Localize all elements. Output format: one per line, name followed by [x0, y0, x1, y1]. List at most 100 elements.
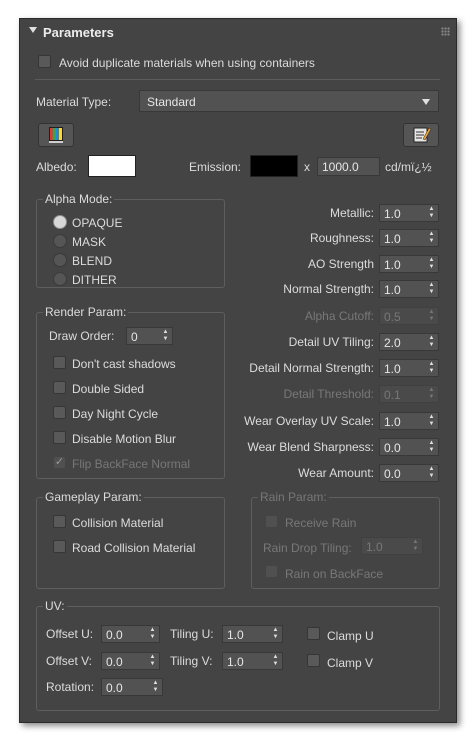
- avoid-duplicates-checkbox[interactable]: [38, 55, 51, 68]
- spinner-arrows-icon[interactable]: ▲ ▼: [412, 539, 419, 553]
- spinner-arrows-icon[interactable]: ▲ ▼: [428, 387, 435, 401]
- double-sided-checkbox[interactable]: [53, 381, 66, 394]
- emission-x-label: x: [304, 160, 310, 174]
- rain-param-title: Rain Param:: [258, 490, 329, 504]
- spinner-arrows-icon[interactable]: ▲ ▼: [428, 335, 435, 349]
- detail-threshold-spinner[interactable]: 0.1 ▲ ▼: [379, 385, 439, 403]
- tiling-v-label: Tiling V:: [170, 654, 213, 668]
- double-sided-label: Double Sided: [72, 382, 145, 396]
- collision-material-checkbox[interactable]: [53, 515, 66, 528]
- wear-amount-spinner[interactable]: 0.0 ▲ ▼: [379, 464, 439, 482]
- alpha-mode-radio-dither[interactable]: [53, 272, 67, 286]
- detail-normal-strength-label: Detail Normal Strength:: [249, 361, 374, 375]
- triangle-down-icon[interactable]: [29, 27, 37, 33]
- tiling-u-label: Tiling U:: [170, 627, 214, 641]
- offset-u-spinner[interactable]: 0.0 ▲ ▼: [101, 625, 160, 643]
- normal-strength-value: 1.0: [384, 283, 401, 297]
- day-night-cycle-checkbox[interactable]: [53, 406, 66, 419]
- wear-amount-label: Wear Amount:: [298, 466, 374, 480]
- spinner-arrows-icon[interactable]: ▲ ▼: [428, 440, 435, 454]
- material-type-dropdown[interactable]: Standard: [139, 90, 439, 112]
- spinner-arrows-icon[interactable]: ▲ ▼: [272, 654, 279, 668]
- albedo-label: Albedo:: [36, 160, 77, 174]
- wear-amount-value: 0.0: [384, 467, 401, 481]
- collision-material-label: Collision Material: [72, 516, 164, 530]
- spinner-arrows-icon[interactable]: ▲ ▼: [428, 309, 435, 323]
- spinner-arrows-icon[interactable]: ▲ ▼: [272, 627, 279, 641]
- chevron-down-icon: [422, 99, 430, 105]
- rotation-label: Rotation:: [46, 680, 95, 694]
- rotation-spinner[interactable]: 0.0 ▲ ▼: [101, 678, 163, 696]
- metallic-value: 1.0: [384, 207, 401, 221]
- clamp-v-checkbox[interactable]: [307, 654, 320, 667]
- normal-strength-label: Normal Strength:: [283, 282, 374, 296]
- render-param-title: Render Param:: [43, 305, 129, 319]
- spinner-arrows-icon[interactable]: ▲ ▼: [428, 414, 435, 428]
- spinner-arrows-icon[interactable]: ▲ ▼: [152, 680, 159, 694]
- edit-sheet-icon: [413, 127, 432, 143]
- alpha-mode-radio-mask[interactable]: [53, 234, 67, 248]
- ao-strength-spinner[interactable]: 1.0 ▲ ▼: [379, 255, 439, 273]
- disable-motion-blur-checkbox[interactable]: [53, 431, 66, 444]
- detail-normal-strength-value: 1.0: [384, 362, 401, 376]
- metallic-spinner[interactable]: 1.0 ▲ ▼: [379, 204, 439, 222]
- wear-blend-sharpness-spinner[interactable]: 0.0 ▲ ▼: [379, 438, 439, 456]
- spinner-arrows-icon[interactable]: ▲ ▼: [162, 329, 169, 343]
- rollout-header[interactable]: Parameters: [20, 19, 456, 45]
- receive-rain-checkbox[interactable]: [265, 515, 278, 528]
- alpha-mode-title: Alpha Mode:: [43, 192, 115, 206]
- grip-dots-icon[interactable]: [441, 27, 450, 36]
- clamp-u-checkbox[interactable]: [307, 627, 320, 640]
- road-collision-material-checkbox[interactable]: [53, 540, 66, 553]
- emission-label: Emission:: [189, 160, 242, 174]
- palette-button[interactable]: [38, 123, 74, 147]
- don-t-cast-shadows-checkbox[interactable]: [53, 356, 66, 369]
- ao-strength-label: AO Strength: [307, 257, 374, 271]
- offset-v-spinner[interactable]: 0.0 ▲ ▼: [101, 652, 160, 670]
- tiling-u-spinner[interactable]: 1.0 ▲ ▼: [222, 625, 283, 643]
- wear-overlay-uv-scale-label: Wear Overlay UV Scale:: [244, 414, 374, 428]
- alpha-mode-radio-blend[interactable]: [53, 253, 67, 267]
- disable-motion-blur-label: Disable Motion Blur: [72, 432, 177, 446]
- road-collision-material-label: Road Collision Material: [72, 541, 196, 555]
- wear-overlay-uv-scale-spinner[interactable]: 1.0 ▲ ▼: [379, 412, 439, 430]
- tiling-u-value: 1.0: [227, 628, 244, 642]
- spinner-arrows-icon[interactable]: ▲ ▼: [428, 257, 435, 271]
- spinner-arrows-icon[interactable]: ▲ ▼: [149, 654, 156, 668]
- detail-normal-strength-spinner[interactable]: 1.0 ▲ ▼: [379, 359, 439, 377]
- flip-backface-normal-label: Flip BackFace Normal: [72, 457, 191, 471]
- material-type-value: Standard: [147, 95, 196, 109]
- wear-blend-sharpness-label: Wear Blend Sharpness:: [247, 440, 374, 454]
- spinner-arrows-icon[interactable]: ▲ ▼: [149, 627, 156, 641]
- rain-on-backface-checkbox[interactable]: [265, 565, 278, 578]
- spinner-arrows-icon[interactable]: ▲ ▼: [428, 231, 435, 245]
- draw-order-label: Draw Order:: [49, 329, 115, 343]
- wear-blend-sharpness-value: 0.0: [384, 441, 401, 455]
- flip-backface-normal-checkbox[interactable]: ✓: [53, 456, 66, 469]
- spinner-arrows-icon[interactable]: ▲ ▼: [428, 466, 435, 480]
- detail-threshold-label: Detail Threshold:: [283, 387, 375, 401]
- spinner-arrows-icon[interactable]: ▲ ▼: [428, 361, 435, 375]
- spinner-arrows-icon[interactable]: ▲ ▼: [428, 206, 435, 220]
- detail-uv-tiling-spinner[interactable]: 2.0 ▲ ▼: [379, 333, 439, 351]
- albedo-color-swatch[interactable]: [88, 155, 136, 177]
- roughness-value: 1.0: [384, 232, 401, 246]
- emission-multiplier-field[interactable]: 1000.0: [317, 157, 380, 176]
- alpha-mode-option-label: MASK: [72, 235, 107, 249]
- emission-color-swatch[interactable]: [250, 155, 298, 177]
- offset-v-value: 0.0: [106, 655, 123, 669]
- spinner-arrows-icon[interactable]: ▲ ▼: [428, 282, 435, 296]
- color-palette-icon: [49, 127, 63, 143]
- metallic-label: Metallic:: [329, 206, 374, 220]
- normal-strength-spinner[interactable]: 1.0 ▲ ▼: [379, 280, 439, 298]
- alpha-mode-option-label: BLEND: [72, 254, 113, 268]
- tiling-v-spinner[interactable]: 1.0 ▲ ▼: [222, 652, 283, 670]
- draw-order-spinner[interactable]: 0 ▲ ▼: [126, 327, 173, 345]
- alpha-cutoff-spinner[interactable]: 0.5 ▲ ▼: [379, 307, 439, 325]
- clamp-u-label: Clamp U: [327, 629, 374, 643]
- offset-v-label: Offset V:: [46, 654, 93, 668]
- roughness-spinner[interactable]: 1.0 ▲ ▼: [379, 229, 439, 247]
- alpha-mode-radio-opaque[interactable]: [53, 215, 67, 229]
- rain-drop-tiling-spinner[interactable]: 1.0 ▲ ▼: [361, 537, 423, 555]
- edit-sheet-button[interactable]: [403, 123, 439, 147]
